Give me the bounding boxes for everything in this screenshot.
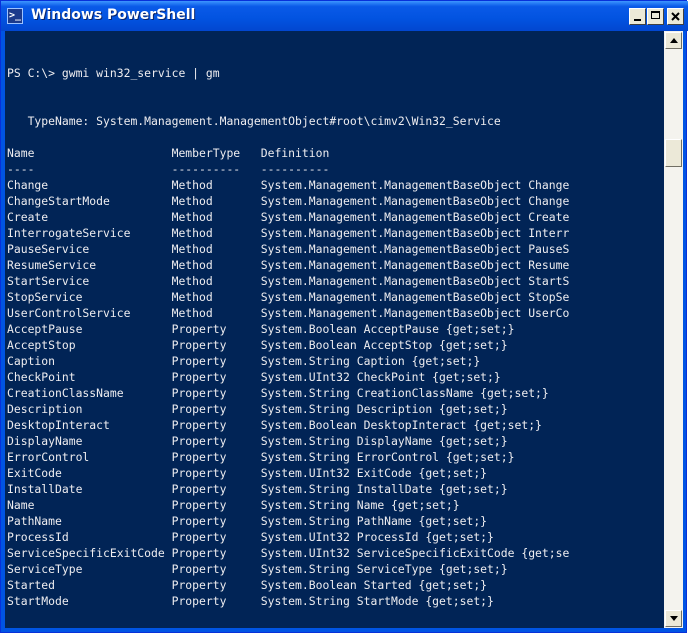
member-row: Name Property System.String Name {get;se… (7, 498, 460, 512)
member-row: InstallDate Property System.String Insta… (7, 482, 508, 496)
typename-line: TypeName: System.Management.ManagementOb… (7, 114, 501, 128)
powershell-icon[interactable]: >_ (7, 8, 23, 24)
scroll-up-button[interactable] (665, 32, 682, 49)
member-row: StartService Method System.Management.Ma… (7, 274, 570, 288)
minimize-button[interactable] (629, 8, 646, 25)
arrow-up-icon (670, 38, 678, 43)
close-icon (671, 12, 680, 21)
member-row: AcceptStop Property System.Boolean Accep… (7, 338, 508, 352)
member-row: StopService Method System.Management.Man… (7, 290, 570, 304)
member-row: ErrorControl Property System.String Erro… (7, 450, 515, 464)
member-row: ServiceType Property System.String Servi… (7, 562, 508, 576)
member-row: Description Property System.String Descr… (7, 402, 508, 416)
member-row: DesktopInteract Property System.Boolean … (7, 418, 542, 432)
maximize-button[interactable] (647, 8, 664, 25)
member-row: Caption Property System.String Caption {… (7, 354, 481, 368)
member-row: DisplayName Property System.String Displ… (7, 434, 508, 448)
minimize-icon (634, 19, 641, 21)
maximize-icon (651, 11, 660, 19)
member-row: ServiceSpecificExitCode Property System.… (7, 546, 570, 560)
column-header-line: Name MemberType Definition (7, 146, 330, 160)
member-row: StartMode Property System.String StartMo… (7, 594, 494, 608)
member-row: CreationClassName Property System.String… (7, 386, 549, 400)
title-bar[interactable]: >_ Windows PowerShell (1, 1, 688, 31)
window-title: Windows PowerShell (31, 7, 196, 23)
member-row: Change Method System.Management.Manageme… (7, 178, 570, 192)
scroll-down-button[interactable] (665, 610, 682, 627)
member-row: InterrogateService Method System.Managem… (7, 226, 570, 240)
scrollbar-thumb[interactable] (665, 139, 682, 167)
column-underline: ---- ---------- ---------- (7, 162, 330, 176)
powershell-window: >_ Windows PowerShell PS C:\> gwmi win32… (0, 0, 688, 633)
member-row: PauseService Method System.Management.Ma… (7, 242, 570, 256)
command-prompt-line: PS C:\> gwmi win32_service | gm (7, 66, 220, 80)
member-row: CheckPoint Property System.UInt32 CheckP… (7, 370, 501, 384)
member-row: Started Property System.Boolean Started … (7, 578, 488, 592)
console-output[interactable]: PS C:\> gwmi win32_service | gm TypeName… (5, 31, 664, 628)
vertical-scrollbar[interactable] (664, 31, 683, 628)
member-row: ProcessId Property System.UInt32 Process… (7, 530, 494, 544)
arrow-down-icon (670, 616, 678, 621)
member-row: ChangeStartMode Method System.Management… (7, 194, 570, 208)
member-row: Create Method System.Management.Manageme… (7, 210, 570, 224)
member-row: ResumeService Method System.Management.M… (7, 258, 570, 272)
member-row: PathName Property System.String PathName… (7, 514, 488, 528)
member-row: ExitCode Property System.UInt32 ExitCode… (7, 466, 488, 480)
member-row: UserControlService Method System.Managem… (7, 306, 570, 320)
member-row: AcceptPause Property System.Boolean Acce… (7, 322, 515, 336)
close-button[interactable] (667, 8, 684, 25)
